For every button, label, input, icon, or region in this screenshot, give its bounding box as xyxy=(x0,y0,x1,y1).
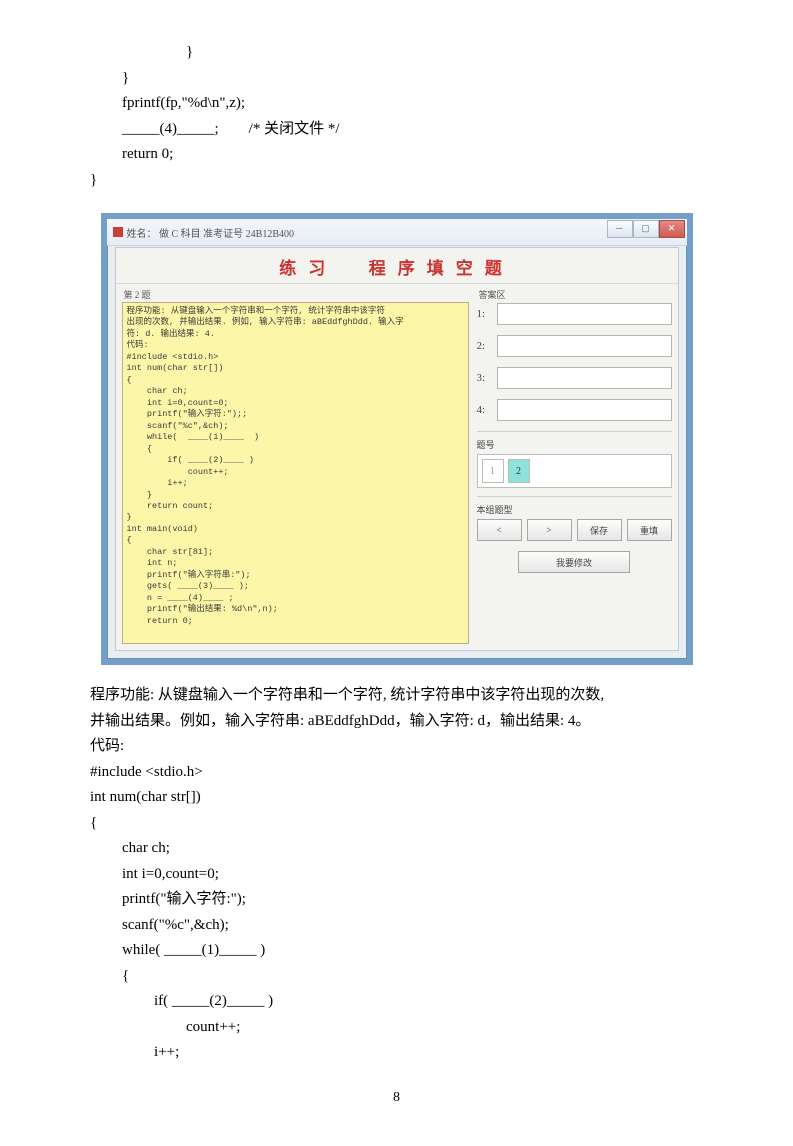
code-line: if( _____(2)_____ ) xyxy=(90,989,703,1015)
code-pane: 程序功能: 从键盘输入一个字符串和一个字符, 统计字符串中该字符 出现的次数, … xyxy=(122,302,469,644)
code-line: count++; xyxy=(90,1015,703,1041)
question-number-label: 第 2 题 xyxy=(122,288,469,301)
code-line: #include <stdio.h> xyxy=(90,760,703,786)
code-line: while( _____(1)_____ ) xyxy=(90,938,703,964)
btn-group-label: 本组题型 xyxy=(477,503,672,516)
answer-input-1[interactable] xyxy=(497,303,672,325)
answer-row-2: 2: xyxy=(477,335,672,357)
answer-row-1: 1: xyxy=(477,303,672,325)
para-line: 并输出结果。例如，输入字符串: aBEddfghDdd，输入字符: d，输出结果… xyxy=(90,709,703,735)
app-body: 练习 程序填空题 第 2 题 程序功能: 从键盘输入一个字符串和一个字符, 统计… xyxy=(115,247,679,651)
code-line: return 0; xyxy=(90,142,703,168)
answer-row-3: 3: xyxy=(477,367,672,389)
code-fragment-bottom: #include <stdio.h> int num(char str[]) {… xyxy=(90,760,703,1066)
answer-input-2[interactable] xyxy=(497,335,672,357)
prev-button[interactable]: < xyxy=(477,519,522,541)
app-window: 姓名： 做 C 科目 准考证号 24B12B400 ─ ▢ ✕ 练习 程序填空题… xyxy=(101,213,693,665)
page-number: 8 xyxy=(90,1090,703,1106)
code-fragment-top: } } fprintf(fp,"%d\n",z); _____(4)_____;… xyxy=(90,40,703,193)
app-header: 练习 程序填空题 xyxy=(116,248,678,284)
nav-label: 题号 xyxy=(477,438,672,451)
nav-item-1[interactable]: 1 xyxy=(482,459,504,483)
code-line: i++; xyxy=(90,1040,703,1066)
save-button[interactable]: 保存 xyxy=(577,519,622,541)
header-text-b: 程序填空题 xyxy=(369,259,514,278)
blank-4: _____(4)_____; xyxy=(122,121,219,137)
modify-button[interactable]: 我要修改 xyxy=(518,551,630,573)
code-line: scanf("%c",&ch); xyxy=(90,913,703,939)
app-icon xyxy=(113,227,123,237)
code-line: { xyxy=(90,964,703,990)
comment: /* 关闭文件 */ xyxy=(249,121,340,137)
answer-area-label: 答案区 xyxy=(477,288,672,301)
reset-button[interactable]: 重填 xyxy=(627,519,672,541)
code-line: } xyxy=(90,168,703,194)
answer-input-4[interactable] xyxy=(497,399,672,421)
titlebar: 姓名： 做 C 科目 准考证号 24B12B400 ─ ▢ ✕ xyxy=(107,219,687,246)
code-line: printf("输入字符:"); xyxy=(90,887,703,913)
para-line: 代码: xyxy=(90,734,703,760)
window-title: 姓名： 做 C 科目 准考证号 24B12B400 xyxy=(127,225,295,240)
maximize-button[interactable]: ▢ xyxy=(633,220,659,238)
problem-paragraph: 程序功能: 从键盘输入一个字符串和一个字符, 统计字符串中该字符出现的次数, 并… xyxy=(90,683,703,760)
nav-item-2[interactable]: 2 xyxy=(508,459,530,483)
code-line: int num(char str[]) xyxy=(90,785,703,811)
code-line: } xyxy=(90,66,703,92)
code-line: fprintf(fp,"%d\n",z); xyxy=(90,91,703,117)
para-line: 程序功能: 从键盘输入一个字符串和一个字符, 统计字符串中该字符出现的次数, xyxy=(90,683,703,709)
answer-row-4: 4: xyxy=(477,399,672,421)
code-line: { xyxy=(90,811,703,837)
code-line: char ch; xyxy=(90,836,703,862)
nav-box: 1 2 xyxy=(477,454,672,488)
next-button[interactable]: > xyxy=(527,519,572,541)
code-line: } xyxy=(90,40,703,66)
header-text-a: 练习 xyxy=(279,259,337,278)
answer-input-3[interactable] xyxy=(497,367,672,389)
close-button[interactable]: ✕ xyxy=(659,220,685,238)
code-line: int i=0,count=0; xyxy=(90,862,703,888)
code-line: _____(4)_____; /* 关闭文件 */ xyxy=(90,117,703,143)
minimize-button[interactable]: ─ xyxy=(607,220,633,238)
